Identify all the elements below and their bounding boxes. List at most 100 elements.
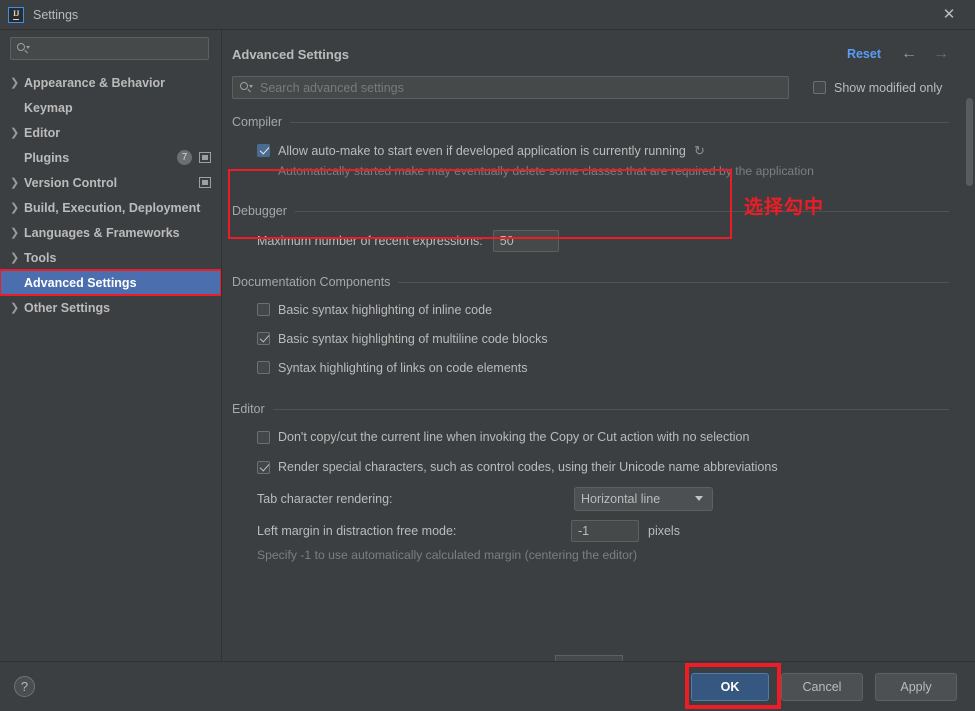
cancel-button[interactable]: Cancel: [781, 672, 863, 701]
sidebar-item-label: Keymap: [24, 100, 73, 115]
allow-auto-make-description: Automatically started make may eventuall…: [278, 164, 814, 178]
sidebar-item-plugins[interactable]: ❯ Plugins 7: [0, 145, 221, 170]
apply-button[interactable]: Apply: [875, 672, 957, 701]
option-inline-code-highlight-row[interactable]: Basic syntax highlighting of inline code: [257, 295, 949, 324]
dialog-body: ❯ Appearance & Behavior ❯ Keymap ❯ Edito…: [0, 29, 975, 661]
option-render-special-chars-row[interactable]: Render special characters, such as contr…: [257, 452, 949, 482]
close-icon[interactable]: ✕: [931, 0, 967, 29]
logo-text: IJ: [12, 8, 20, 20]
arrow-right-icon[interactable]: →: [933, 46, 949, 62]
tab-character-rendering-label: Tab character rendering:: [257, 491, 393, 506]
syntax-links-code-elements-checkbox[interactable]: [257, 361, 270, 374]
section-divider: [398, 281, 949, 283]
arrow-left-icon[interactable]: ←: [901, 46, 917, 62]
reset-link[interactable]: Reset: [847, 47, 881, 61]
sidebar-item-label: Tools: [24, 250, 57, 265]
basic-syntax-multiline-code-checkbox[interactable]: [257, 332, 270, 345]
sidebar-item-other-settings[interactable]: ❯ Other Settings: [0, 295, 221, 320]
dont-copy-cut-current-line-checkbox[interactable]: [257, 430, 270, 444]
show-modified-only-label: Show modified only: [834, 80, 943, 95]
max-recent-expressions-input[interactable]: 50: [492, 229, 559, 252]
intellij-logo-icon: IJ: [8, 6, 24, 23]
revert-icon[interactable]: ↺: [694, 143, 705, 159]
sidebar-item-appearance-behavior[interactable]: ❯ Appearance & Behavior: [0, 70, 221, 95]
tab-character-rendering-select[interactable]: Horizontal line: [574, 486, 713, 511]
chevron-right-icon: ❯: [10, 127, 20, 139]
search-advanced-settings-input[interactable]: Search advanced settings: [232, 76, 789, 99]
section-title: Compiler: [232, 115, 949, 129]
section-title-label: Compiler: [232, 115, 283, 129]
section-compiler: Compiler Allow auto-make to start even i…: [232, 115, 949, 180]
section-title: Debugger: [232, 204, 949, 218]
tab-character-rendering-value: Horizontal line: [581, 491, 661, 506]
main-scrollbar-thumb[interactable]: [966, 98, 973, 186]
main-scrollbar[interactable]: [966, 98, 973, 661]
window-title: Settings: [33, 7, 79, 22]
dont-copy-cut-current-line-label: Don't copy/cut the current line when inv…: [278, 430, 750, 444]
dialog-footer: ? OK Cancel Apply: [0, 661, 975, 711]
section-title-label: Debugger: [232, 204, 287, 218]
section-debugger: Debugger Maximum number of recent expres…: [232, 204, 949, 255]
section-documentation-components: Documentation Components Basic syntax hi…: [232, 275, 949, 382]
show-modified-only-checkbox[interactable]: [813, 81, 826, 94]
sidebar-item-build-execution-deployment[interactable]: ❯ Build, Execution, Deployment: [0, 195, 221, 220]
ok-button[interactable]: OK: [691, 672, 769, 701]
chevron-right-icon: ❯: [10, 77, 20, 89]
render-special-characters-checkbox[interactable]: [257, 460, 270, 474]
allow-auto-make-checkbox[interactable]: [257, 144, 270, 157]
help-button[interactable]: ?: [14, 676, 35, 697]
settings-sidebar: ❯ Appearance & Behavior ❯ Keymap ❯ Edito…: [0, 30, 222, 661]
sidebar-item-label: Editor: [24, 125, 61, 140]
section-title: Editor: [232, 402, 949, 416]
allow-auto-make-label: Allow auto-make to start even if develop…: [278, 143, 686, 158]
sidebar-item-editor[interactable]: ❯ Editor: [0, 120, 221, 145]
settings-tree: ❯ Appearance & Behavior ❯ Keymap ❯ Edito…: [0, 70, 221, 661]
chevron-right-icon: ❯: [10, 177, 20, 189]
left-margin-distraction-free-input[interactable]: -1: [571, 520, 639, 542]
left-margin-distraction-free-label: Left margin in distraction free mode:: [257, 524, 457, 538]
sidebar-search-input[interactable]: [10, 37, 209, 60]
option-links-highlight-row[interactable]: Syntax highlighting of links on code ele…: [257, 353, 949, 382]
sidebar-item-keymap[interactable]: ❯ Keymap: [0, 95, 221, 120]
advanced-settings-panel: Advanced Settings Reset ← → Search advan…: [222, 30, 975, 661]
render-special-characters-label: Render special characters, such as contr…: [278, 460, 778, 474]
chevron-down-icon: [695, 496, 703, 501]
max-recent-expressions-label: Maximum number of recent expressions:: [257, 233, 483, 248]
option-multiline-code-highlight-row[interactable]: Basic syntax highlighting of multiline c…: [257, 324, 949, 353]
sidebar-item-label: Languages & Frameworks: [24, 225, 180, 240]
page-title: Advanced Settings: [232, 46, 350, 62]
show-modified-only-row[interactable]: Show modified only: [813, 81, 942, 95]
section-divider: [272, 408, 949, 410]
chevron-right-icon: ❯: [10, 202, 20, 214]
max-recent-expressions-row: Maximum number of recent expressions: 50: [257, 226, 949, 255]
tab-character-rendering-row: Tab character rendering: Horizontal line: [257, 482, 949, 515]
sidebar-item-version-control[interactable]: ❯ Version Control: [0, 170, 221, 195]
section-divider: [290, 121, 949, 123]
chevron-right-icon: ❯: [10, 252, 20, 264]
sidebar-item-tools[interactable]: ❯ Tools: [0, 245, 221, 270]
left-margin-unit-label: pixels: [648, 524, 680, 538]
ok-button-wrapper: OK: [679, 662, 781, 709]
sidebar-item-advanced-settings[interactable]: ❯ Advanced Settings: [0, 269, 221, 296]
sidebar-item-label: Plugins: [24, 150, 70, 165]
sidebar-item-languages-frameworks[interactable]: ❯ Languages & Frameworks: [0, 220, 221, 245]
section-title-label: Documentation Components: [232, 275, 391, 289]
search-icon: [17, 42, 30, 55]
compiler-annotation-text: 选择勾中: [744, 196, 825, 218]
section-title: Documentation Components: [232, 275, 949, 289]
section-divider: [294, 210, 949, 212]
sidebar-item-label: Build, Execution, Deployment: [24, 200, 201, 215]
search-placeholder: Search advanced settings: [260, 80, 404, 95]
basic-syntax-multiline-code-label: Basic syntax highlighting of multiline c…: [278, 331, 548, 346]
chevron-right-icon: ❯: [10, 302, 20, 314]
title-bar: IJ Settings ✕: [0, 0, 975, 29]
basic-syntax-inline-code-label: Basic syntax highlighting of inline code: [278, 302, 493, 317]
left-margin-description: Specify -1 to use automatically calculat…: [257, 548, 638, 562]
section-title-label: Editor: [232, 402, 265, 416]
panel-header: Advanced Settings Reset ← →: [232, 42, 949, 66]
basic-syntax-inline-code-checkbox[interactable]: [257, 303, 270, 316]
sidebar-item-label: Version Control: [24, 175, 118, 190]
option-dont-copy-cut-row[interactable]: Don't copy/cut the current line when inv…: [257, 422, 949, 452]
option-allow-auto-make-row[interactable]: Allow auto-make to start even if develop…: [257, 138, 949, 163]
plugins-update-badge: 7: [177, 150, 192, 165]
